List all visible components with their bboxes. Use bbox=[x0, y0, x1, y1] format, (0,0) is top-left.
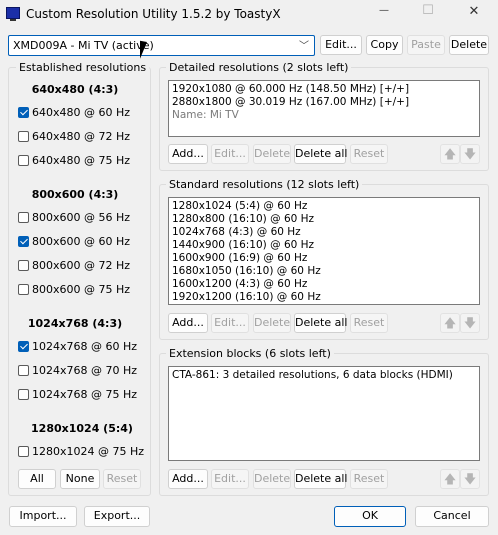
delete-all-extension-button[interactable]: Delete all bbox=[294, 469, 348, 489]
list-item[interactable]: 1024x768 (4:3) @ 60 Hz bbox=[172, 226, 476, 239]
list-item[interactable]: 2880x1800 @ 30.019 Hz (167.00 MHz) [+/+] bbox=[172, 96, 476, 109]
up-arrow-icon[interactable]: 🡅 bbox=[440, 144, 460, 164]
standard-list[interactable]: 1280x1024 (5:4) @ 60 Hz 1280x800 (16:10)… bbox=[168, 197, 480, 305]
title-bar: Custom Resolution Utility 1.5.2 by Toast… bbox=[0, 0, 498, 30]
delete-standard-button[interactable]: Delete bbox=[253, 313, 291, 333]
edit-extension-button[interactable]: Edit... bbox=[211, 469, 249, 489]
checkbox-1024x768-70[interactable]: 1024x768 @ 70 Hz bbox=[18, 364, 137, 378]
list-item-name: Name: Mi TV bbox=[172, 109, 239, 121]
list-item[interactable]: 1680x1050 (16:10) @ 60 Hz bbox=[172, 265, 476, 278]
add-standard-button[interactable]: Add... bbox=[168, 313, 208, 333]
edit-standard-button[interactable]: Edit... bbox=[211, 313, 249, 333]
edit-detailed-button[interactable]: Edit... bbox=[211, 144, 249, 164]
copy-button[interactable]: Copy bbox=[366, 35, 403, 55]
list-item[interactable]: 1920x1200 (16:10) @ 60 Hz bbox=[172, 291, 476, 304]
mouse-cursor-icon bbox=[140, 40, 154, 62]
group-heading: 800x600 (4:3) bbox=[31, 188, 119, 201]
detailed-label: Detailed resolutions (2 slots left) bbox=[166, 61, 352, 74]
add-detailed-button[interactable]: Add... bbox=[168, 144, 208, 164]
list-item[interactable]: 1600x1200 (4:3) @ 60 Hz bbox=[172, 278, 476, 291]
checkbox-box bbox=[18, 389, 29, 400]
cancel-button[interactable]: Cancel bbox=[415, 506, 489, 527]
app-icon-stand bbox=[10, 19, 16, 21]
close-button[interactable]: ✕ bbox=[460, 4, 488, 19]
edit-display-button[interactable]: Edit... bbox=[320, 35, 362, 55]
chevron-down-icon: ﹀ bbox=[299, 41, 309, 52]
delete-all-standard-button[interactable]: Delete all bbox=[294, 313, 348, 333]
checkbox-box bbox=[18, 212, 29, 223]
down-arrow-icon[interactable]: 🡇 bbox=[460, 144, 480, 164]
extension-label: Extension blocks (6 slots left) bbox=[166, 347, 334, 360]
minimize-button[interactable]: — bbox=[370, 5, 398, 16]
delete-extension-button[interactable]: Delete bbox=[253, 469, 291, 489]
checkbox-box bbox=[18, 155, 29, 166]
ok-button[interactable]: OK bbox=[334, 506, 406, 527]
standard-label: Standard resolutions (12 slots left) bbox=[166, 178, 363, 191]
checkbox-640x480-75[interactable]: 640x480 @ 75 Hz bbox=[18, 154, 130, 168]
paste-button[interactable]: Paste bbox=[407, 35, 445, 55]
checkbox-800x600-72[interactable]: 800x600 @ 72 Hz bbox=[18, 259, 130, 273]
checkbox-1024x768-75[interactable]: 1024x768 @ 75 Hz bbox=[18, 388, 137, 402]
window-title: Custom Resolution Utility 1.5.2 by Toast… bbox=[26, 7, 281, 21]
checkbox-box bbox=[18, 131, 29, 142]
group-heading: 640x480 (4:3) bbox=[31, 83, 119, 96]
checkbox-box bbox=[18, 236, 29, 247]
reset-standard-button[interactable]: Reset bbox=[350, 313, 388, 333]
import-button[interactable]: Import... bbox=[9, 506, 77, 527]
list-item[interactable]: 1920x1080 @ 60.000 Hz (148.50 MHz) [+/+] bbox=[172, 83, 476, 96]
checkbox-800x600-75[interactable]: 800x600 @ 75 Hz bbox=[18, 283, 130, 297]
none-button[interactable]: None bbox=[60, 469, 100, 489]
checkbox-box bbox=[18, 365, 29, 376]
delete-detailed-button[interactable]: Delete bbox=[253, 144, 291, 164]
checkbox-box bbox=[18, 260, 29, 271]
down-arrow-icon[interactable]: 🡇 bbox=[460, 469, 480, 489]
list-item[interactable]: 1280x1024 (5:4) @ 60 Hz bbox=[172, 200, 476, 213]
extension-list[interactable]: CTA-861: 3 detailed resolutions, 6 data … bbox=[168, 366, 480, 461]
reset-established-button[interactable]: Reset bbox=[103, 469, 141, 489]
up-arrow-icon[interactable]: 🡅 bbox=[440, 313, 460, 333]
checkbox-640x480-72[interactable]: 640x480 @ 72 Hz bbox=[18, 130, 130, 144]
list-item[interactable]: 1440x900 (16:10) @ 60 Hz bbox=[172, 239, 476, 252]
all-button[interactable]: All bbox=[18, 469, 56, 489]
list-item[interactable]: CTA-861: 3 detailed resolutions, 6 data … bbox=[172, 369, 476, 382]
maximize-button[interactable]: ☐ bbox=[414, 3, 442, 18]
reset-extension-button[interactable]: Reset bbox=[350, 469, 388, 489]
down-arrow-icon[interactable]: 🡇 bbox=[460, 313, 480, 333]
checkbox-1024x768-60[interactable]: 1024x768 @ 60 Hz bbox=[18, 340, 137, 354]
list-item[interactable]: 1280x800 (16:10) @ 60 Hz bbox=[172, 213, 476, 226]
established-label: Established resolutions bbox=[16, 61, 150, 74]
checkbox-box bbox=[18, 107, 29, 118]
group-heading: 1024x768 (4:3) bbox=[27, 317, 123, 330]
checkbox-800x600-60[interactable]: 800x600 @ 60 Hz bbox=[18, 235, 130, 249]
display-select-value: XMD009A - Mi TV (active) bbox=[13, 39, 154, 52]
checkbox-800x600-56[interactable]: 800x600 @ 56 Hz bbox=[18, 211, 130, 225]
app-icon bbox=[6, 7, 20, 19]
checkbox-box bbox=[18, 446, 29, 457]
export-button[interactable]: Export... bbox=[84, 506, 150, 527]
group-heading: 1280x1024 (5:4) bbox=[31, 422, 133, 435]
checkbox-box bbox=[18, 341, 29, 352]
checkbox-1280x1024-75[interactable]: 1280x1024 @ 75 Hz bbox=[18, 445, 144, 459]
checkbox-640x480-60[interactable]: 640x480 @ 60 Hz bbox=[18, 106, 130, 120]
up-arrow-icon[interactable]: 🡅 bbox=[440, 469, 460, 489]
delete-display-button[interactable]: Delete bbox=[449, 35, 489, 55]
display-select[interactable]: XMD009A - Mi TV (active) ﹀ bbox=[8, 35, 315, 56]
delete-all-detailed-button[interactable]: Delete all bbox=[294, 144, 348, 164]
add-extension-button[interactable]: Add... bbox=[168, 469, 208, 489]
detailed-list[interactable]: 1920x1080 @ 60.000 Hz (148.50 MHz) [+/+]… bbox=[168, 80, 480, 137]
reset-detailed-button[interactable]: Reset bbox=[350, 144, 388, 164]
checkbox-box bbox=[18, 284, 29, 295]
list-item[interactable]: 1600x900 (16:9) @ 60 Hz bbox=[172, 252, 476, 265]
